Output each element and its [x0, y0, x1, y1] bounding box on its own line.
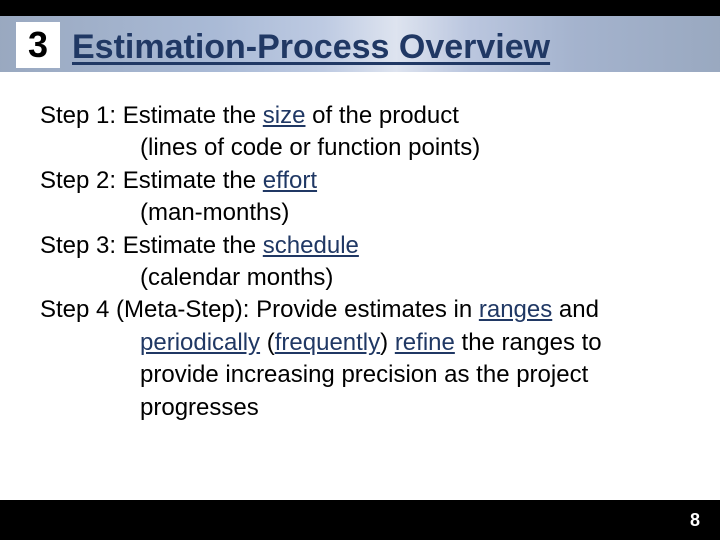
step-4-mid2: ( — [260, 329, 275, 356]
step-3-keyword: schedule — [263, 232, 359, 259]
slide-title: Estimation-Process Overview — [72, 28, 550, 67]
step-4: Step 4 (Meta-Step): Provide estimates in… — [40, 294, 680, 424]
step-2-sub: (man-months) — [40, 197, 680, 229]
page-number: 8 — [690, 510, 700, 531]
step-1-sub: (lines of code or function points) — [40, 132, 680, 164]
step-4-continuation: periodically (frequently) refine the ran… — [40, 327, 680, 424]
step-3: Step 3: Estimate the schedule — [40, 230, 680, 262]
step-4-lead: Step 4 (Meta-Step): Provide estimates in — [40, 296, 479, 323]
step-4-kw-periodically: periodically — [140, 329, 260, 356]
chapter-number: 3 — [28, 24, 48, 66]
step-1: Step 1: Estimate the size of the product — [40, 100, 680, 132]
step-4-kw-refine: refine — [395, 329, 455, 356]
step-2-keyword: effort — [263, 167, 317, 194]
slide: 3 Estimation-Process Overview Step 1: Es… — [0, 0, 720, 540]
step-2: Step 2: Estimate the effort — [40, 165, 680, 197]
step-1-keyword: size — [263, 102, 306, 129]
step-4-kw-frequently: frequently — [275, 329, 380, 356]
step-1-lead: Step 1: Estimate the — [40, 102, 263, 129]
step-3-sub: (calendar months) — [40, 262, 680, 294]
step-2-lead: Step 2: Estimate the — [40, 167, 263, 194]
step-4-mid3: ) — [380, 329, 395, 356]
step-3-lead: Step 3: Estimate the — [40, 232, 263, 259]
slide-body: Step 1: Estimate the size of the product… — [40, 100, 680, 424]
step-1-tail: of the product — [305, 102, 458, 129]
step-4-mid1: and — [552, 296, 599, 323]
step-4-kw-ranges: ranges — [479, 296, 552, 323]
chapter-number-box: 3 — [16, 22, 60, 68]
top-black-bar — [0, 0, 720, 16]
bottom-bar: 8 — [0, 500, 720, 540]
